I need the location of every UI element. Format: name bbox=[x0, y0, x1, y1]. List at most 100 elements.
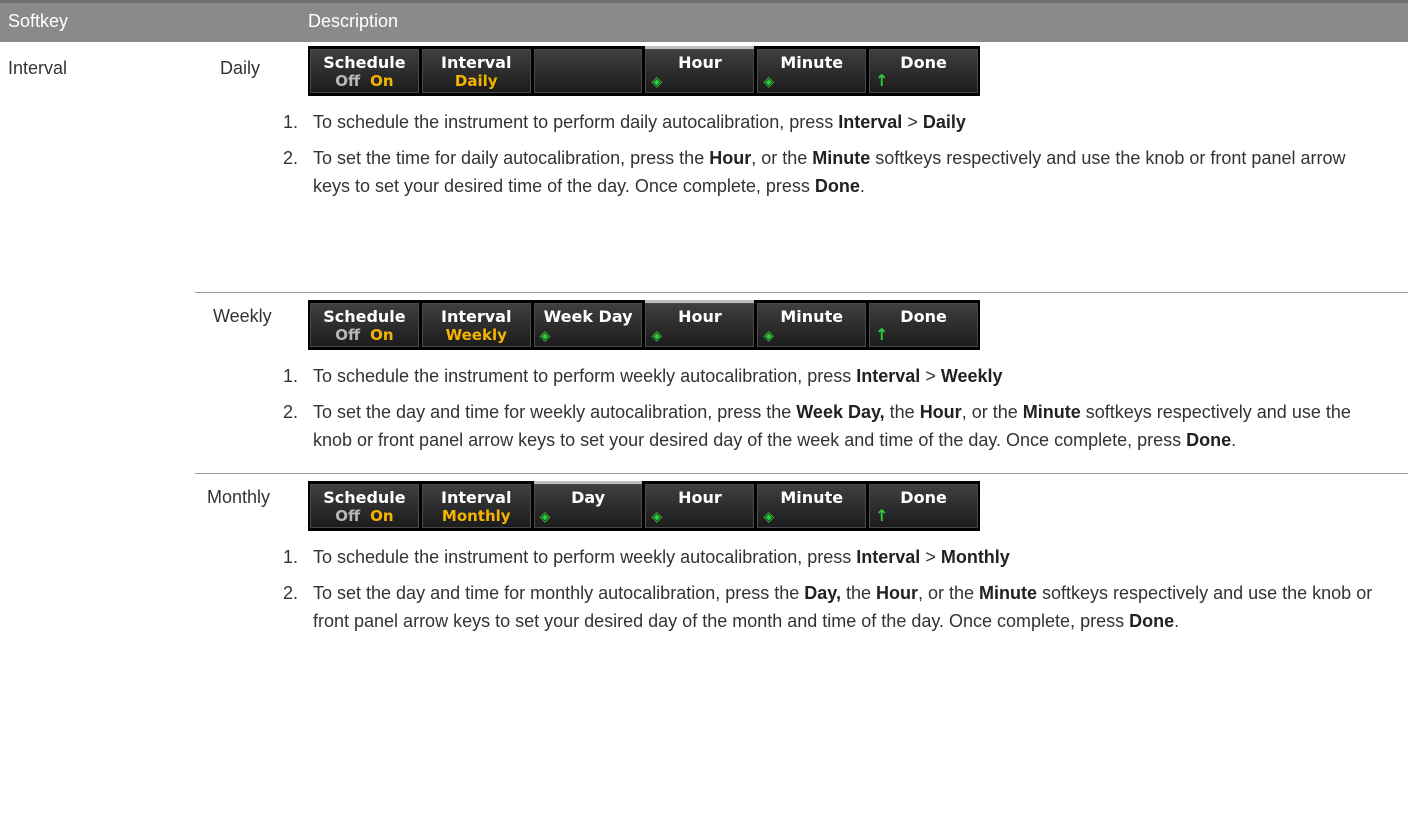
softkey-name: Interval bbox=[8, 58, 68, 78]
step-text-segment: . bbox=[1231, 430, 1237, 450]
option-label-monthly: Monthly bbox=[207, 487, 271, 507]
softkey-bar-weekly: Schedule Off On Interval Weekly Week Day ◈ Hour… bbox=[308, 300, 980, 350]
knob-arrows-icon: ◈ bbox=[539, 328, 551, 344]
step-number: 2. bbox=[283, 583, 299, 603]
on-off-toggle: Off On bbox=[311, 326, 418, 344]
step-number: 1. bbox=[283, 547, 299, 567]
softkey-title: Interval bbox=[441, 488, 512, 507]
schedule-softkey[interactable]: Schedule Off On bbox=[310, 303, 419, 347]
minute-softkey[interactable]: Minute ◈ bbox=[757, 49, 867, 93]
knob-arrows-icon: ◈ bbox=[651, 74, 663, 90]
interval-softkey[interactable]: Interval Weekly bbox=[421, 303, 531, 347]
softkey-reference: Day, bbox=[804, 583, 841, 603]
softkey-reference: Hour bbox=[919, 402, 962, 422]
softkey-reference: Interval bbox=[838, 112, 903, 132]
softkey-reference: Minute bbox=[1022, 402, 1081, 422]
softkey-value: Daily bbox=[454, 72, 498, 90]
step-text-segment: , or the bbox=[917, 583, 980, 603]
schedule-softkey[interactable]: Schedule Off On bbox=[310, 484, 419, 528]
softkey-bar-monthly: Schedule Off On Interval Monthly Day ◈ Hour ◈ Min… bbox=[308, 481, 980, 531]
done-softkey[interactable]: Done ↑ bbox=[869, 303, 978, 347]
softkey-title: Interval bbox=[441, 307, 512, 326]
day-softkey[interactable]: Day ◈ bbox=[533, 481, 643, 528]
softkey-title: Schedule bbox=[323, 307, 406, 326]
softkey-title: Minute bbox=[780, 307, 844, 326]
done-softkey[interactable]: Done ↑ bbox=[869, 484, 978, 528]
off-state: Off bbox=[335, 72, 361, 90]
interval-softkey[interactable]: Interval Monthly bbox=[421, 484, 531, 528]
softkey-reference: Hour bbox=[875, 583, 918, 603]
softkey-reference: Done bbox=[814, 176, 860, 196]
step-text: To set the day and time for monthly auto… bbox=[313, 579, 1373, 635]
knob-arrows-icon: ◈ bbox=[651, 509, 663, 525]
interval-softkey[interactable]: Interval Daily bbox=[421, 49, 531, 93]
softkey-reference: Interval bbox=[856, 547, 921, 567]
softkey-title: Done bbox=[900, 307, 947, 326]
softkey-title: Minute bbox=[780, 488, 844, 507]
softkey-reference: Monthly bbox=[940, 547, 1010, 567]
schedule-softkey[interactable]: Schedule Off On bbox=[310, 49, 419, 93]
header-softkey: Softkey bbox=[8, 11, 69, 31]
softkey-bar-daily: Schedule Off On Interval Daily Hour ◈ Minute ◈ Do… bbox=[308, 46, 980, 96]
knob-arrows-icon: ◈ bbox=[651, 328, 663, 344]
softkey-title: Day bbox=[571, 488, 606, 507]
knob-arrows-icon: ◈ bbox=[763, 74, 775, 90]
step-text-segment: To schedule the instrument to perform we… bbox=[313, 547, 857, 567]
softkey-reference: Done bbox=[1129, 611, 1175, 631]
step-text-segment: the bbox=[840, 583, 876, 603]
softkey-title: Schedule bbox=[323, 488, 406, 507]
step-text-segment: . bbox=[1174, 611, 1180, 631]
header-description: Description bbox=[308, 11, 399, 31]
step-text-segment: To set the day and time for weekly autoc… bbox=[313, 402, 797, 422]
softkey-reference: Weekly bbox=[940, 366, 1003, 386]
knob-arrows-icon: ◈ bbox=[539, 509, 551, 525]
softkey-title: Hour bbox=[678, 53, 722, 72]
softkey-title: Done bbox=[900, 53, 947, 72]
on-state: On bbox=[370, 72, 394, 90]
knob-arrows-icon: ◈ bbox=[763, 509, 775, 525]
softkey-title: Minute bbox=[780, 53, 844, 72]
step-text-segment: , or the bbox=[961, 402, 1023, 422]
step-text-segment: To schedule the instrument to perform we… bbox=[313, 366, 857, 386]
hour-softkey[interactable]: Hour ◈ bbox=[645, 484, 755, 528]
week-day-softkey[interactable]: Week Day ◈ bbox=[533, 303, 643, 347]
step-text: To set the time for daily autocalibratio… bbox=[313, 144, 1373, 200]
softkey-reference: Daily bbox=[922, 112, 966, 132]
softkey-title: Interval bbox=[441, 53, 512, 72]
step-text-segment: , or the bbox=[751, 148, 813, 168]
softkey-title: Week Day bbox=[543, 307, 633, 326]
softkey-title: Schedule bbox=[323, 53, 406, 72]
step-text: To schedule the instrument to perform we… bbox=[313, 362, 1373, 390]
step-text-segment: > bbox=[920, 547, 941, 567]
option-label-daily: Daily bbox=[220, 58, 261, 78]
softkey-reference: Minute bbox=[979, 583, 1038, 603]
step-number: 2. bbox=[283, 402, 299, 422]
step-text: To schedule the instrument to perform we… bbox=[313, 543, 1373, 571]
row-divider bbox=[195, 292, 1408, 293]
step-text-segment: > bbox=[902, 112, 923, 132]
off-state: Off bbox=[335, 507, 361, 525]
blank-softkey bbox=[533, 49, 643, 93]
step-text-segment: . bbox=[859, 176, 865, 196]
on-off-toggle: Off On bbox=[311, 507, 418, 525]
softkey-value: Weekly bbox=[445, 326, 507, 344]
softkey-title: Done bbox=[900, 488, 947, 507]
step-text-segment: To set the time for daily autocalibratio… bbox=[313, 148, 710, 168]
knob-arrows-icon: ◈ bbox=[763, 328, 775, 344]
step-number: 2. bbox=[283, 148, 299, 168]
minute-softkey[interactable]: Minute ◈ bbox=[757, 484, 867, 528]
minute-softkey[interactable]: Minute ◈ bbox=[757, 303, 867, 347]
step-text-segment: > bbox=[920, 366, 941, 386]
step-text: To schedule the instrument to perform da… bbox=[313, 108, 1373, 136]
hour-softkey[interactable]: Hour ◈ bbox=[645, 300, 755, 347]
softkey-reference: Minute bbox=[812, 148, 871, 168]
up-arrow-icon: ↑ bbox=[875, 506, 889, 525]
done-softkey[interactable]: Done ↑ bbox=[869, 49, 978, 93]
hour-softkey[interactable]: Hour ◈ bbox=[645, 46, 755, 93]
step-text-segment: the bbox=[884, 402, 920, 422]
off-state: Off bbox=[335, 326, 361, 344]
row-divider bbox=[195, 473, 1408, 474]
softkey-reference: Interval bbox=[856, 366, 921, 386]
softkey-value: Monthly bbox=[441, 507, 511, 525]
step-text: To set the day and time for weekly autoc… bbox=[313, 398, 1373, 454]
